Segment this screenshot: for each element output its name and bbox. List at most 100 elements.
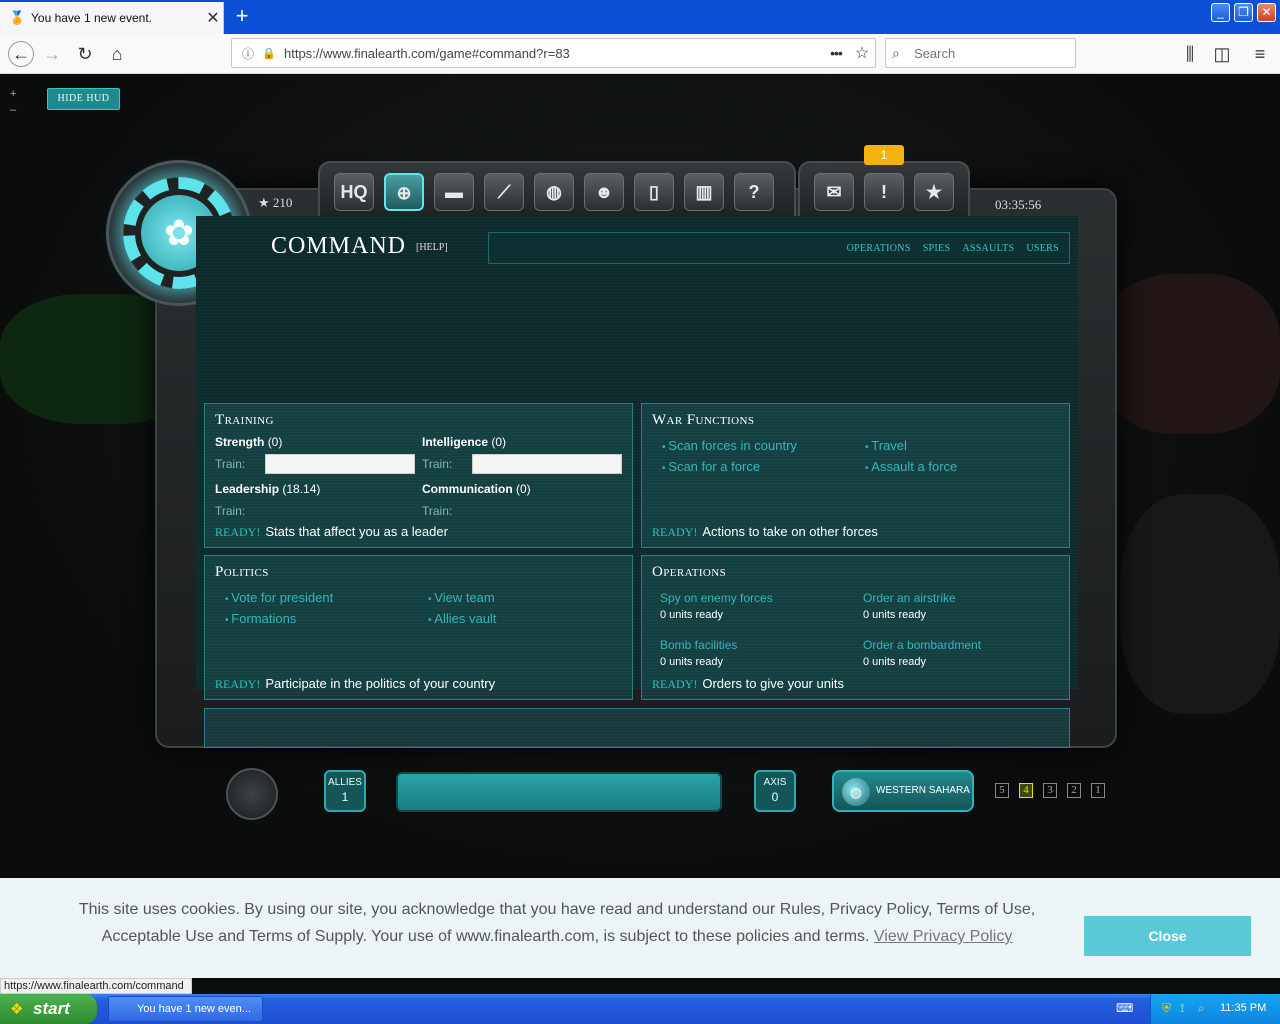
main-icon-bar: HQ ⊕ ▬ ⟋ ◍ ☻ ▯ ▥ ?: [318, 161, 796, 221]
war-ready: READY! Actions to take on other forces: [652, 524, 878, 539]
operations-box: Operations Spy on enemy forces 0 units r…: [641, 555, 1070, 700]
operations-ready: READY! Orders to give your units: [652, 676, 844, 691]
status-bar-url: https://www.finalearth.com/command: [0, 978, 192, 994]
reload-icon[interactable]: ↻: [73, 42, 97, 66]
intelligence-train-input[interactable]: [472, 454, 622, 474]
help-link[interactable]: [HELP]: [416, 242, 448, 253]
restore-button[interactable]: ❐: [1234, 3, 1253, 22]
alert-icon[interactable]: !: [864, 173, 904, 211]
stats-icon[interactable]: ▥: [684, 173, 724, 211]
home-icon[interactable]: ⌂: [105, 42, 129, 66]
message-box: [204, 708, 1070, 748]
users-icon[interactable]: ☻: [584, 173, 624, 211]
spy-enemy-status: 0 units ready: [660, 609, 723, 621]
level-4[interactable]: 4: [1019, 783, 1033, 798]
page-title: COMMAND: [271, 233, 407, 259]
level-1[interactable]: 1: [1091, 783, 1105, 798]
minimize-button[interactable]: _: [1211, 3, 1230, 22]
keyboard-icon[interactable]: ⌨: [1116, 1001, 1133, 1015]
tray-clock: 11:35 PM: [1220, 1002, 1267, 1014]
globe-icon[interactable]: ◍: [534, 173, 574, 211]
subnav-assaults[interactable]: ASSAULTS: [962, 243, 1014, 254]
level-5[interactable]: 5: [995, 783, 1009, 798]
level-2[interactable]: 2: [1067, 783, 1081, 798]
search-input[interactable]: [914, 45, 1064, 61]
zoom-out-button[interactable]: –: [10, 102, 16, 118]
close-window-button[interactable]: ✕: [1257, 3, 1276, 22]
war-functions-box: War Functions Scan forces in country Tra…: [641, 403, 1070, 548]
hide-hud-button[interactable]: HIDE HUD: [47, 88, 120, 110]
communication-label: Communication (0): [422, 482, 531, 496]
formations-link[interactable]: Formations: [225, 611, 296, 626]
map-landmass: [1120, 494, 1280, 714]
url-text[interactable]: https://www.finalearth.com/game#command?…: [284, 46, 823, 61]
taskbar: start ❖ You have 1 new even... ⌨ ⛨ ⟟ ⌕ 1…: [0, 994, 1280, 1024]
star-icon[interactable]: ★: [914, 173, 954, 211]
shield-icon[interactable]: ⛨: [1162, 1001, 1171, 1016]
scan-forces-link[interactable]: Scan forces in country: [662, 438, 797, 453]
missile-icon[interactable]: ⟋: [484, 173, 524, 211]
back-icon[interactable]: ←: [8, 41, 34, 67]
level-3[interactable]: 3: [1043, 783, 1057, 798]
info-icon[interactable]: ⓘ: [240, 45, 256, 62]
page-actions-icon[interactable]: •••: [823, 45, 849, 61]
axis-label: AXIS: [763, 777, 787, 788]
privacy-policy-link[interactable]: View Privacy Policy: [874, 928, 1012, 945]
assault-force-link[interactable]: Assault a force: [865, 459, 957, 474]
bookmark-star-icon[interactable]: ☆: [849, 43, 875, 63]
windows-logo-icon: ❖: [10, 1001, 24, 1018]
new-tab-button[interactable]: +: [230, 4, 254, 28]
sidebar-icon[interactable]: ◫: [1210, 42, 1234, 66]
subnav-operations[interactable]: OPERATIONS: [847, 243, 911, 254]
bombardment-status: 0 units ready: [863, 656, 926, 668]
cookie-close-button[interactable]: Close: [1084, 916, 1251, 956]
politics-title: Politics: [215, 564, 269, 580]
tab-bar: 🏅 You have 1 new event. ✕ + _ ❐ ✕: [0, 0, 1280, 34]
airstrike-link[interactable]: Order an airstrike: [863, 591, 956, 605]
zoom-in-button[interactable]: +: [10, 86, 16, 102]
scan-for-force-link[interactable]: Scan for a force: [662, 459, 760, 474]
taskbar-firefox-item[interactable]: You have 1 new even...: [108, 996, 263, 1022]
cookie-banner: This site uses cookies. By using our sit…: [0, 878, 1280, 978]
hq-button[interactable]: HQ: [334, 173, 374, 211]
forward-icon[interactable]: →: [40, 42, 64, 66]
event-count-badge: 1: [864, 145, 904, 165]
operations-title: Operations: [652, 564, 727, 580]
tab-active[interactable]: 🏅 You have 1 new event. ✕: [0, 2, 224, 34]
map-landmass: [1100, 274, 1280, 434]
help-icon[interactable]: ?: [734, 173, 774, 211]
close-tab-icon[interactable]: ✕: [203, 8, 223, 28]
search-bar[interactable]: ⌕: [885, 38, 1076, 68]
tank-icon[interactable]: ▬: [434, 173, 474, 211]
training-ready: READY! Stats that affect you as a leader: [215, 524, 448, 539]
travel-link[interactable]: Travel: [865, 438, 907, 453]
vote-president-link[interactable]: Vote for president: [225, 590, 333, 605]
view-team-link[interactable]: View team: [428, 590, 494, 605]
search-tray-icon[interactable]: ⌕: [1198, 1001, 1205, 1016]
strength-train-input[interactable]: [265, 454, 415, 474]
allies-counter: ALLIES 1: [324, 770, 366, 812]
tab-title: You have 1 new event.: [31, 11, 152, 25]
menu-icon[interactable]: ≡: [1248, 42, 1272, 66]
war-functions-title: War Functions: [652, 412, 755, 428]
mail-icon[interactable]: ✉: [814, 173, 854, 211]
allies-label: ALLIES: [328, 777, 362, 788]
bomb-facilities-link[interactable]: Bomb facilities: [660, 638, 737, 652]
network-icon[interactable]: ⟟: [1180, 1001, 1184, 1016]
target-icon[interactable]: ⊕: [384, 173, 424, 211]
dial-knob[interactable]: [226, 768, 278, 820]
subnav-spies[interactable]: SPIES: [923, 243, 951, 254]
podium-icon[interactable]: ▯: [634, 173, 674, 211]
train-label: Train:: [422, 504, 453, 518]
lock-icon: 🔒: [262, 47, 276, 60]
subnav-users[interactable]: USERS: [1026, 243, 1059, 254]
url-bar[interactable]: ⓘ 🔒 https://www.finalearth.com/game#comm…: [231, 38, 876, 68]
cookie-text: This site uses cookies. By using our sit…: [78, 901, 1036, 945]
bombardment-link[interactable]: Order a bombardment: [863, 638, 981, 652]
allies-vault-link[interactable]: Allies vault: [428, 611, 496, 626]
star-count-value: 210: [272, 195, 293, 210]
library-icon[interactable]: ⫼: [1178, 42, 1202, 66]
spy-enemy-link[interactable]: Spy on enemy forces: [660, 591, 773, 605]
axis-count: 0: [771, 790, 779, 804]
command-subnav: OPERATIONS SPIES ASSAULTS USERS: [488, 232, 1070, 264]
